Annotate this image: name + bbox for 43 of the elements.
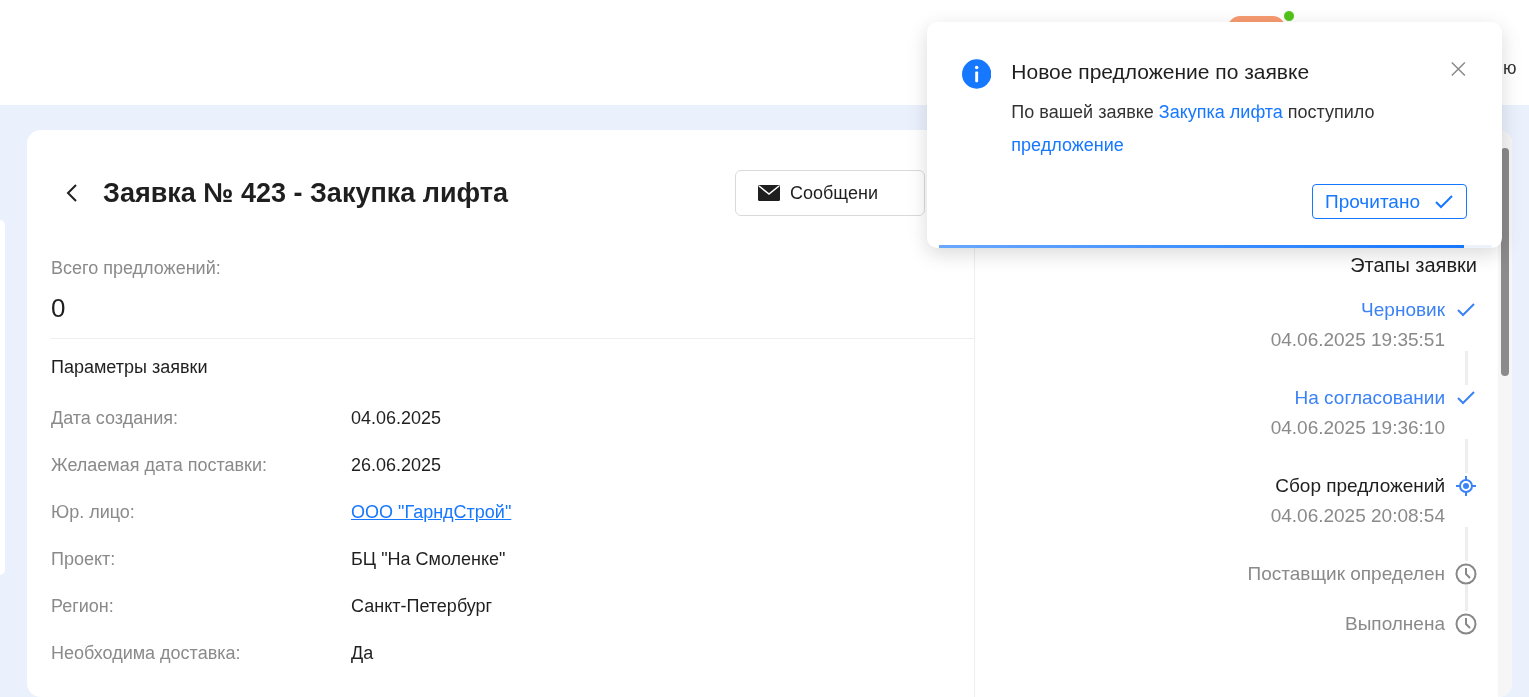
- close-icon[interactable]: [1451, 60, 1466, 78]
- back-icon[interactable]: [65, 183, 79, 203]
- clock-icon: [1455, 613, 1477, 635]
- offers-count: 0: [51, 293, 66, 324]
- stage-date: 04.06.2025 19:36:10: [1270, 417, 1445, 439]
- notification-title: Новое предложение по заявке: [1011, 60, 1310, 84]
- field-label: Желаемая дата поставки:: [51, 455, 267, 476]
- page-title: Заявка № 423 - Закупка лифта: [103, 177, 508, 209]
- check-icon: [1456, 390, 1476, 406]
- message-link[interactable]: предложение: [1011, 135, 1124, 155]
- stage-date: 04.06.2025 19:35:51: [1270, 329, 1445, 351]
- field-label: Проект:: [51, 549, 116, 570]
- field-value: Санкт-Петербург: [351, 596, 493, 617]
- envelope-icon: [758, 185, 780, 201]
- offers-label: Всего предложений:: [51, 258, 222, 279]
- field-label: Необходима доставка:: [51, 643, 241, 664]
- stage-name: Выполнена: [1345, 613, 1445, 635]
- message-link[interactable]: Закупка лифта: [1158, 102, 1283, 122]
- notification-message: По вашей заявке Закупка лифта поступило предложение: [1011, 101, 1376, 157]
- stage-name: Черновик: [1361, 299, 1445, 321]
- stage-name: На согласовании: [1294, 387, 1445, 409]
- stage-name: Поставщик определен: [1247, 563, 1445, 585]
- info-icon: [962, 56, 992, 92]
- field-value: 26.06.2025: [351, 455, 442, 476]
- user-menu-text[interactable]: ю: [1503, 58, 1517, 79]
- field-label: Юр. лицо:: [51, 502, 135, 523]
- company-link[interactable]: ООО "ГарндСтрой": [351, 502, 974, 523]
- mark-read-button[interactable]: Прочитано: [1312, 184, 1467, 219]
- field-value: БЦ "На Смоленке": [351, 549, 506, 570]
- field-label: Дата создания:: [51, 408, 178, 429]
- check-icon: [1456, 302, 1476, 318]
- field-value: Да: [351, 643, 374, 664]
- field-label: Регион:: [51, 596, 114, 617]
- scrollbar-thumb[interactable]: [1501, 148, 1509, 376]
- clock-icon: [1455, 563, 1477, 585]
- target-icon: [1456, 476, 1476, 496]
- messages-button[interactable]: Сообщени: [735, 170, 925, 216]
- stage-name: Сбор предложений: [1275, 475, 1445, 497]
- field-value: 04.06.2025: [351, 408, 442, 429]
- stage-date: 04.06.2025 20:08:54: [1270, 505, 1445, 527]
- section-title: Параметры заявки: [50, 356, 209, 378]
- check-icon: [1434, 193, 1454, 210]
- stages-title: Этапы заявки: [1350, 254, 1477, 277]
